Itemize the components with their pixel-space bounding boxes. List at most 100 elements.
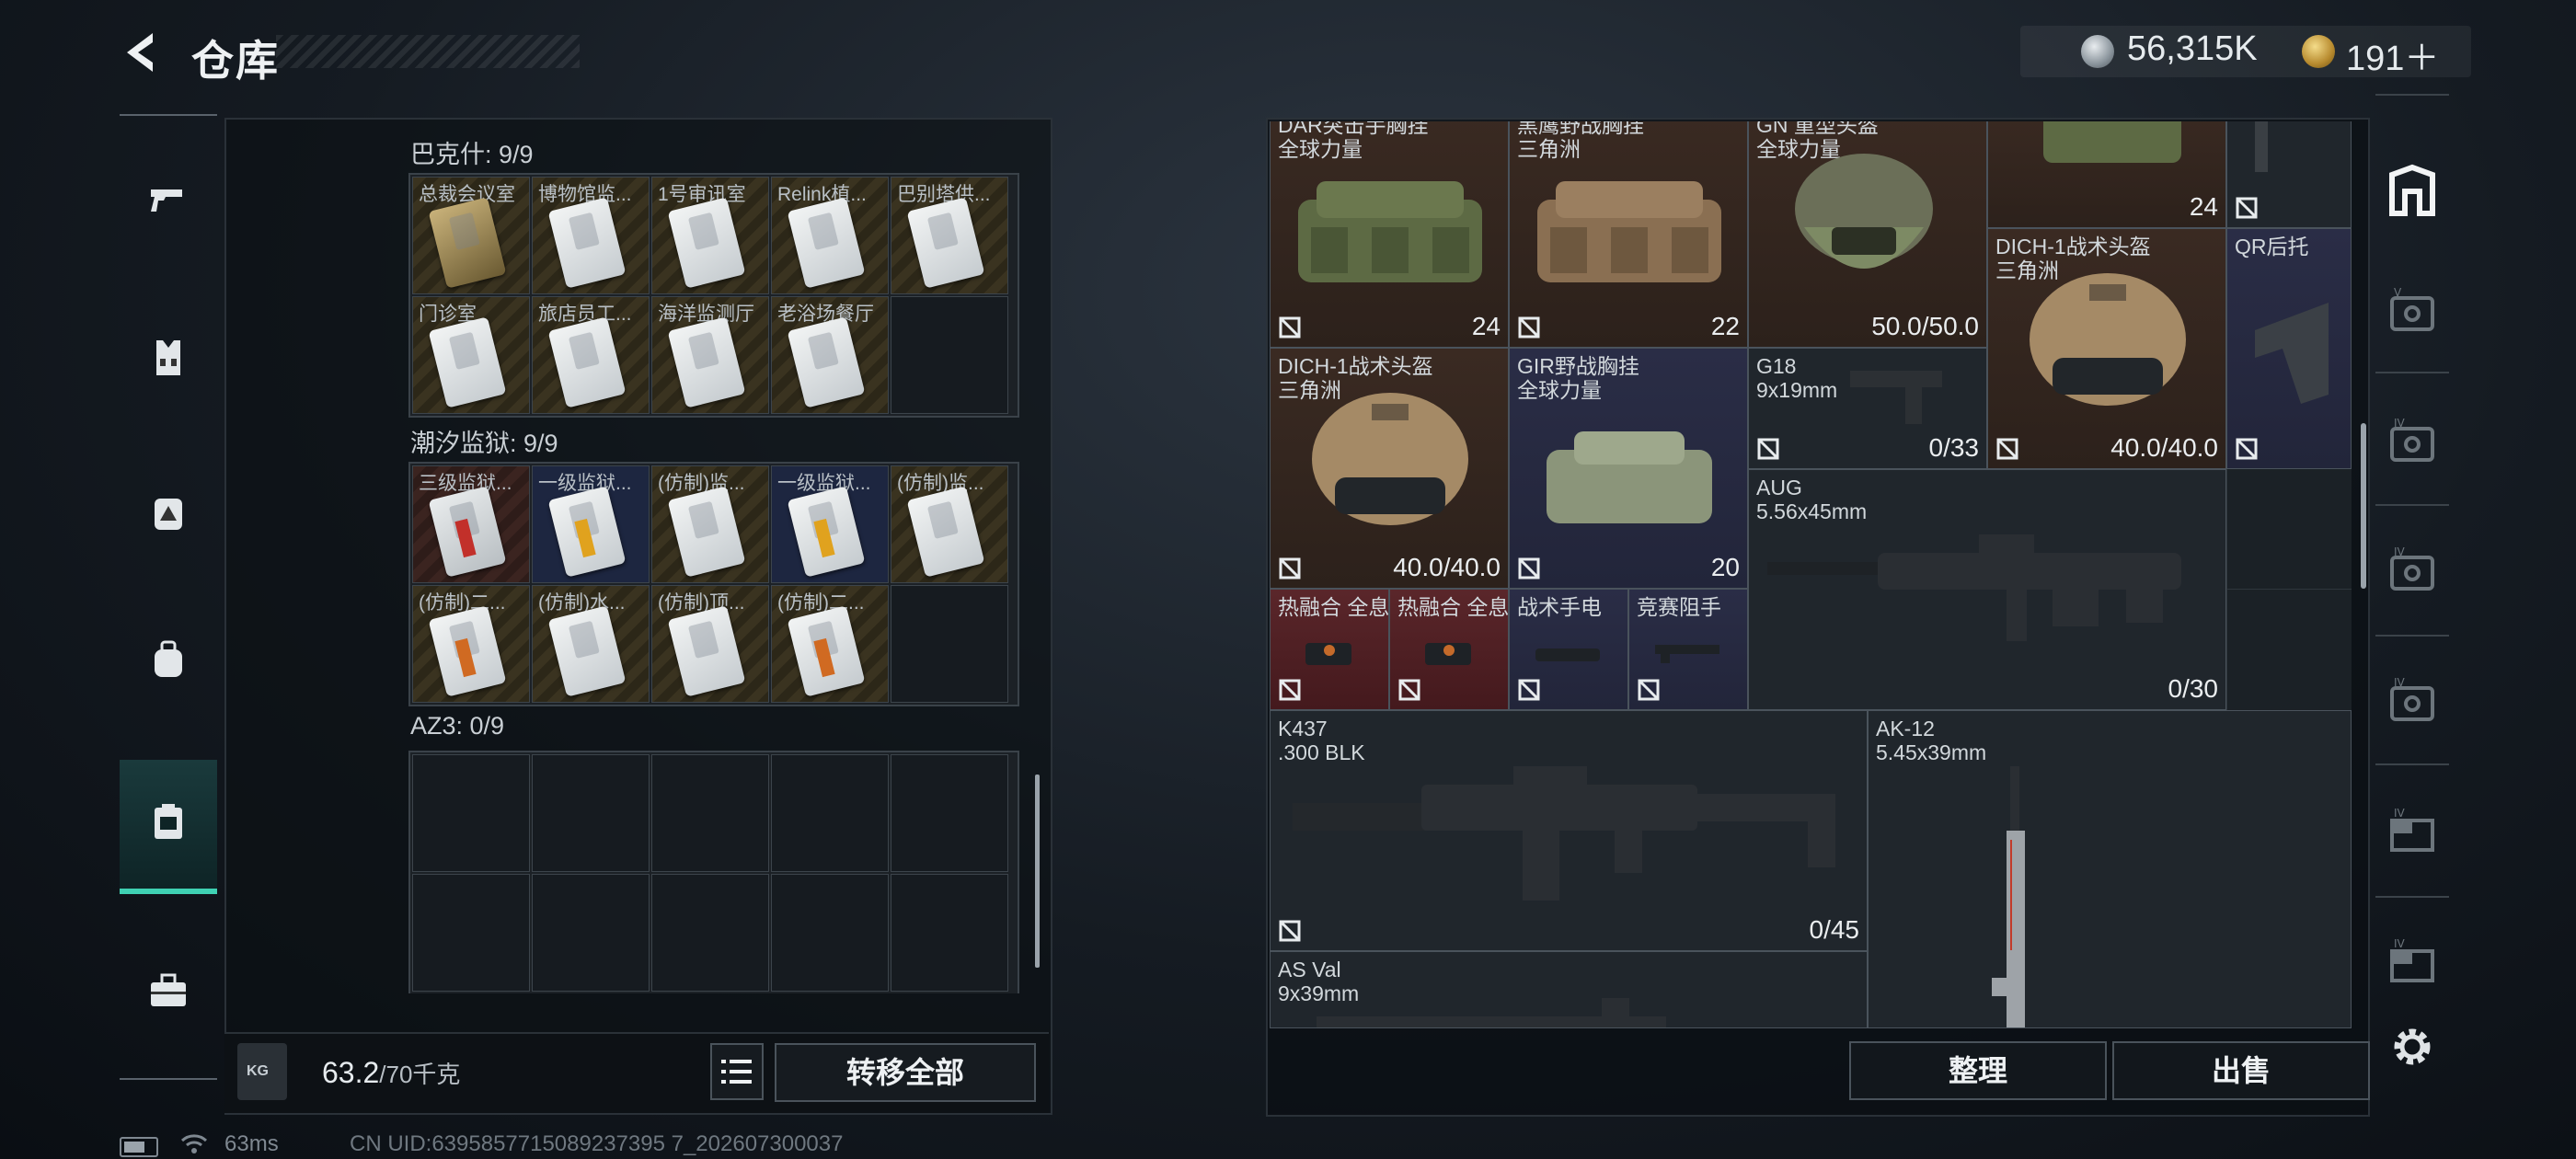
keycard-item[interactable]: 1号审讯室 — [651, 177, 769, 294]
tab-stash-3[interactable]: IV — [2375, 535, 2449, 609]
empty-slot[interactable] — [412, 754, 530, 872]
sell-button[interactable]: 出售 — [2112, 1041, 2370, 1100]
rifle-item-ak12[interactable]: AK-12 5.45x39mm — [1868, 710, 2352, 1028]
empty-slot[interactable] — [771, 754, 889, 872]
durability-value: 40.0/40.0 — [1393, 553, 1501, 581]
keycard-item[interactable]: (仿制)监... — [651, 465, 769, 583]
svg-text:V: V — [2394, 286, 2402, 299]
flashlight-item[interactable]: 战术手电 — [1509, 589, 1628, 710]
tab-stash-6[interactable]: IV — [2375, 927, 2449, 1001]
backpack-gear-icon — [155, 499, 182, 530]
chest-rig-image — [1547, 431, 1712, 523]
back-arrow-icon[interactable] — [118, 29, 164, 75]
durability-value: 50.0/50.0 — [1871, 312, 1979, 340]
keycard-item[interactable]: 一级监狱... — [532, 465, 650, 583]
vest-item-dar[interactable]: DAR突击手胸挂 全球力量 24 — [1270, 121, 1509, 348]
keycard-item[interactable]: (仿制)二... — [771, 585, 889, 703]
empty-slot[interactable] — [651, 754, 769, 872]
helmet-item-gn[interactable]: GN 重型头盔 全球力量 50.0/50.0 — [1748, 121, 1987, 348]
ammo-value: 0/45 — [1809, 915, 1860, 944]
ammo-value: 0/30 — [2168, 674, 2219, 703]
rifle-image — [1293, 766, 1835, 901]
stash-tab-6-icon: IV — [2390, 937, 2434, 982]
stash-scrollbar[interactable] — [2361, 423, 2366, 589]
vest-icon — [156, 340, 180, 375]
svg-text:IV: IV — [2394, 937, 2406, 950]
tab-safe[interactable] — [2375, 155, 2449, 228]
stash-tab-5-icon: IV — [2390, 807, 2434, 852]
empty-slot[interactable] — [651, 874, 769, 992]
list-view-button[interactable] — [710, 1043, 764, 1100]
helmet-item-dich[interactable]: DICH-1战术头盔 三角洲 40.0/40.0 — [1987, 228, 2226, 469]
transfer-all-button[interactable]: 转移全部 — [775, 1043, 1036, 1102]
empty-slot[interactable] — [412, 874, 530, 992]
sight-item-holo[interactable]: 热融合 全息 — [1270, 589, 1389, 710]
nav-backpack[interactable] — [120, 598, 217, 727]
keycard-item[interactable]: 总裁会议室 — [412, 177, 530, 294]
nav-armor[interactable] — [120, 296, 217, 425]
keycard-item[interactable]: 巴别塔供... — [891, 177, 1008, 294]
keycard-item[interactable]: 博物馆监... — [532, 177, 650, 294]
storage-case-icon — [155, 804, 182, 839]
rifle-item-aug[interactable]: AUG 5.56x45mm 0/30 — [1748, 469, 2226, 710]
left-scrollbar[interactable] — [1035, 775, 1040, 968]
stock-item-race[interactable]: 竞赛阻手 — [1628, 589, 1748, 710]
stash-tab-1-icon: V — [2390, 286, 2434, 331]
keycard-item[interactable]: Relink植... — [771, 177, 889, 294]
tab-divider — [2375, 896, 2449, 898]
ping-text: 63ms — [224, 1131, 279, 1156]
keycard-item[interactable]: (仿制)顶... — [651, 585, 769, 703]
nav-weapons[interactable] — [120, 138, 217, 267]
empty-slot[interactable] — [771, 874, 889, 992]
tab-stash-1[interactable]: V — [2375, 276, 2449, 350]
attachment-item[interactable] — [2226, 121, 2352, 228]
sight-item-holo[interactable]: 热融合 全息 — [1389, 589, 1509, 710]
insured-mark-icon — [1996, 438, 2018, 460]
keycard-item[interactable]: (仿制)监... — [891, 465, 1008, 583]
empty-slot[interactable] — [891, 874, 1008, 992]
rifle-item-asval[interactable]: AS Val 9x39mm — [1270, 951, 1868, 1028]
tab-stash-4[interactable]: IV — [2375, 666, 2449, 740]
page-title: 仓库 — [191, 37, 280, 85]
sort-button[interactable]: 整理 — [1849, 1041, 2107, 1100]
insured-mark-icon — [1518, 316, 1540, 339]
tab-stash-5[interactable]: IV — [2375, 797, 2449, 870]
empty-slot[interactable] — [891, 296, 1008, 414]
keycard-item[interactable]: 门诊室 — [412, 296, 530, 414]
pistol-item-g18[interactable]: G18 9x19mm 0/33 — [1748, 348, 1987, 469]
keycard-item[interactable]: 一级监狱... — [771, 465, 889, 583]
keycard-item[interactable]: 三级监狱... — [412, 465, 530, 583]
stash-tab-2-icon: IV — [2390, 417, 2434, 462]
attachment-image — [2255, 121, 2268, 172]
nav-gear[interactable] — [120, 451, 217, 580]
nav-storage[interactable] — [120, 760, 217, 894]
vest-item-blackhawk[interactable]: 黑鹰野战胸挂 三角洲 22 — [1509, 121, 1748, 348]
empty-slot[interactable] — [891, 585, 1008, 703]
vest-item-partial[interactable]: 24 — [1987, 121, 2226, 228]
stash-grid: DAR突击手胸挂 全球力量 24 黑鹰野战胸挂 三角洲 22 GN 重型头盔 全… — [1270, 121, 2352, 1028]
keycard-item[interactable]: 旅店员工... — [532, 296, 650, 414]
settings-gear-icon[interactable] — [2388, 1023, 2436, 1071]
insured-mark-icon — [1638, 679, 1660, 701]
stock-item-qr[interactable]: QR后托 — [2226, 228, 2352, 469]
premium-balance[interactable]: 191＋ — [2346, 29, 2439, 80]
insured-mark-icon — [2236, 438, 2258, 460]
keycard-item[interactable]: (仿制)水... — [532, 585, 650, 703]
rifle-item-k437[interactable]: K437 .300 BLK 0/45 — [1270, 710, 1868, 951]
insured-mark-icon — [1518, 557, 1540, 580]
helmet-image — [1312, 393, 1468, 525]
nav-toolbox[interactable] — [120, 929, 217, 1058]
keycard-item[interactable]: 海洋监测厅 — [651, 296, 769, 414]
keycard-item[interactable]: (仿制)二... — [412, 585, 530, 703]
empty-slot[interactable] — [532, 874, 650, 992]
empty-slot[interactable] — [532, 754, 650, 872]
group-label-tidal-prison: 潮汐监狱: 9/9 — [410, 430, 558, 457]
group-label-az3: AZ3: 0/9 — [410, 712, 505, 740]
empty-slot[interactable] — [891, 754, 1008, 872]
tab-stash-2[interactable]: IV — [2375, 407, 2449, 480]
tab-divider — [2375, 763, 2449, 765]
wifi-icon — [180, 1134, 208, 1153]
helmet-item-dich[interactable]: DICH-1战术头盔 三角洲 40.0/40.0 — [1270, 348, 1509, 589]
keycard-item[interactable]: 老浴场餐厅 — [771, 296, 889, 414]
vest-item-gir[interactable]: GIR野战胸挂 全球力量 20 — [1509, 348, 1748, 589]
